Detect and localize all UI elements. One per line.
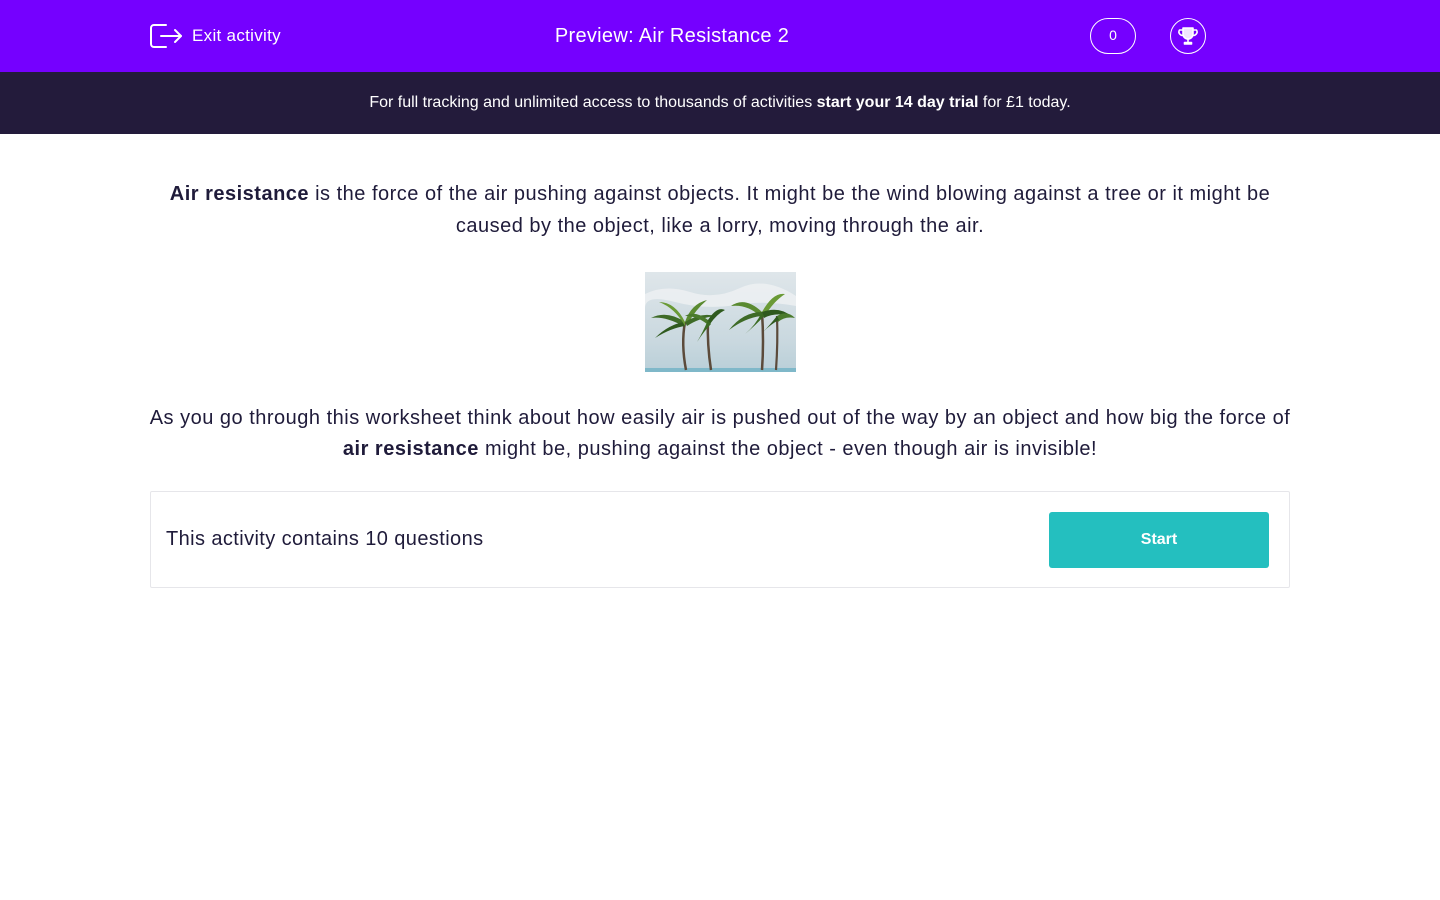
trophy-icon (1176, 24, 1200, 48)
exit-icon (150, 22, 183, 50)
trial-banner-text: For full tracking and unlimited access t… (369, 94, 817, 111)
trial-banner-suffix: for £1 today. (978, 94, 1071, 111)
intro-text: is the force of the air pushing against … (309, 183, 1271, 237)
intro-keyword: Air resistance (169, 183, 310, 205)
outro-text-start: As you go through this worksheet think a… (149, 407, 1291, 429)
trophy-button[interactable] (1170, 18, 1206, 54)
start-trial-link[interactable]: start your 14 day trial (817, 94, 979, 111)
page-title: Preview: Air Resistance 2 (554, 25, 790, 47)
outro-keyword: air resistance (342, 438, 479, 460)
trial-banner: For full tracking and unlimited access t… (0, 72, 1440, 134)
outro-paragraph: As you go through this worksheet think a… (140, 403, 1300, 465)
outro-text-end: might be, pushing against the object - e… (478, 438, 1098, 460)
top-bar: Exit activity Preview: Air Resistance 2 … (0, 0, 1440, 72)
palm-trees-image (645, 272, 796, 372)
question-count-text: This activity contains 10 questions (166, 528, 484, 550)
intro-paragraph: Air resistance is the force of the air p… (150, 178, 1290, 242)
score-badge: 0 (1090, 18, 1136, 54)
start-button[interactable]: Start (1049, 512, 1269, 568)
exit-activity-label: Exit activity (192, 26, 281, 45)
activity-card: This activity contains 10 questions Star… (150, 491, 1290, 588)
exit-activity-button[interactable]: Exit activity (150, 22, 281, 50)
